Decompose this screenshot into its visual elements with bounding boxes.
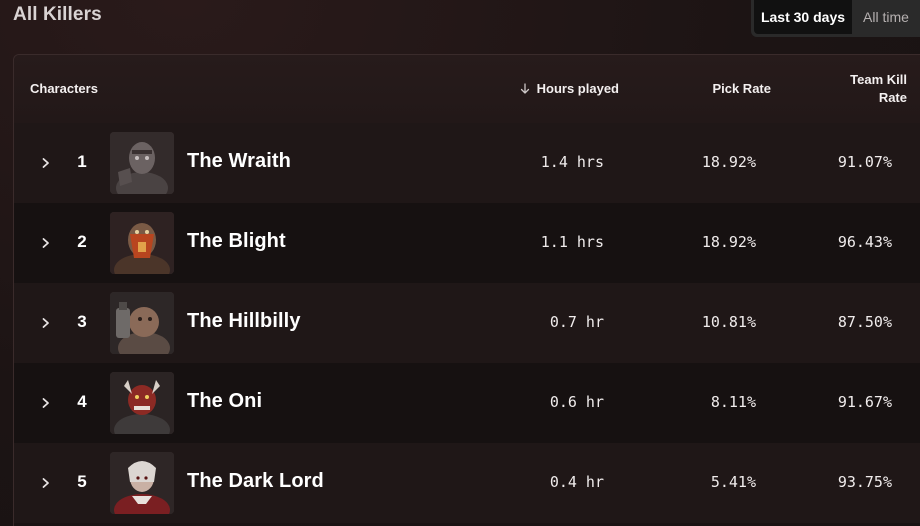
page-title: All Killers xyxy=(13,4,102,25)
pick-rate-value: 10.81% xyxy=(701,313,756,331)
hours-played-value: 1.4 hrs xyxy=(540,153,604,171)
pick-rate-value: 5.41% xyxy=(710,473,756,491)
rank-number: 3 xyxy=(77,312,87,331)
pick-rate-value: 18.92% xyxy=(701,233,756,251)
time-range-toggle: Last 30 days All time xyxy=(751,0,920,37)
pick-rate-value: 8.11% xyxy=(710,393,756,411)
chevron-right-icon[interactable] xyxy=(38,393,54,413)
character-portrait xyxy=(110,132,174,194)
pick-rate-value: 18.92% xyxy=(701,153,756,171)
character-name[interactable]: The Oni xyxy=(187,390,262,413)
hours-played-value: 0.7 hr xyxy=(549,313,604,331)
table-row[interactable]: 2 The Blight 1.1 hrs 18.92% 96.43% xyxy=(14,203,920,283)
column-header-team-kill-rate[interactable]: Team Kill Rate xyxy=(827,71,907,107)
team-kill-rate-value: 93.75% xyxy=(837,473,892,491)
column-header-hours-played[interactable]: Hours played xyxy=(519,81,619,96)
last-30-days-button[interactable]: Last 30 days xyxy=(754,0,852,34)
table-row[interactable]: 1 The Wraith 1.4 hrs 18.92% 91.07% xyxy=(14,123,920,203)
table-row[interactable]: 4 The Oni 0.6 hr 8.11% 91.67% xyxy=(14,363,920,443)
rank-number: 5 xyxy=(77,472,87,491)
team-kill-rate-value: 91.07% xyxy=(837,153,892,171)
character-portrait xyxy=(110,372,174,434)
killers-table: Characters Hours played Pick Rate Team K… xyxy=(13,54,920,526)
character-name[interactable]: The Wraith xyxy=(187,150,291,173)
rank-number: 1 xyxy=(77,152,87,171)
all-time-button[interactable]: All time xyxy=(852,0,920,34)
table-row[interactable]: 3 The Hillbilly 0.7 hr 10.81% 87.50% xyxy=(14,283,920,363)
character-name[interactable]: The Hillbilly xyxy=(187,310,301,333)
character-portrait xyxy=(110,212,174,274)
rank-number: 2 xyxy=(77,232,87,251)
chevron-right-icon[interactable] xyxy=(38,313,54,333)
character-name[interactable]: The Dark Lord xyxy=(187,470,324,493)
chevron-right-icon[interactable] xyxy=(38,153,54,173)
character-portrait xyxy=(110,452,174,514)
chevron-right-icon[interactable] xyxy=(38,233,54,253)
column-header-hours-label: Hours played xyxy=(536,81,619,96)
team-kill-rate-value: 87.50% xyxy=(837,313,892,331)
hours-played-value: 0.6 hr xyxy=(549,393,604,411)
team-kill-rate-value: 91.67% xyxy=(837,393,892,411)
table-row[interactable]: 5 The Dark Lord 0.4 hr 5.41% 93.75% xyxy=(14,443,920,523)
character-portrait xyxy=(110,292,174,354)
table-header: Characters Hours played Pick Rate Team K… xyxy=(14,55,920,123)
column-header-pick-rate[interactable]: Pick Rate xyxy=(712,81,771,96)
rank-number: 4 xyxy=(77,392,87,411)
character-name[interactable]: The Blight xyxy=(187,230,286,253)
team-kill-rate-value: 96.43% xyxy=(837,233,892,251)
column-header-characters[interactable]: Characters xyxy=(30,81,98,96)
hours-played-value: 0.4 hr xyxy=(549,473,604,491)
arrow-down-icon xyxy=(520,82,529,94)
chevron-right-icon[interactable] xyxy=(38,473,54,493)
hours-played-value: 1.1 hrs xyxy=(540,233,604,251)
